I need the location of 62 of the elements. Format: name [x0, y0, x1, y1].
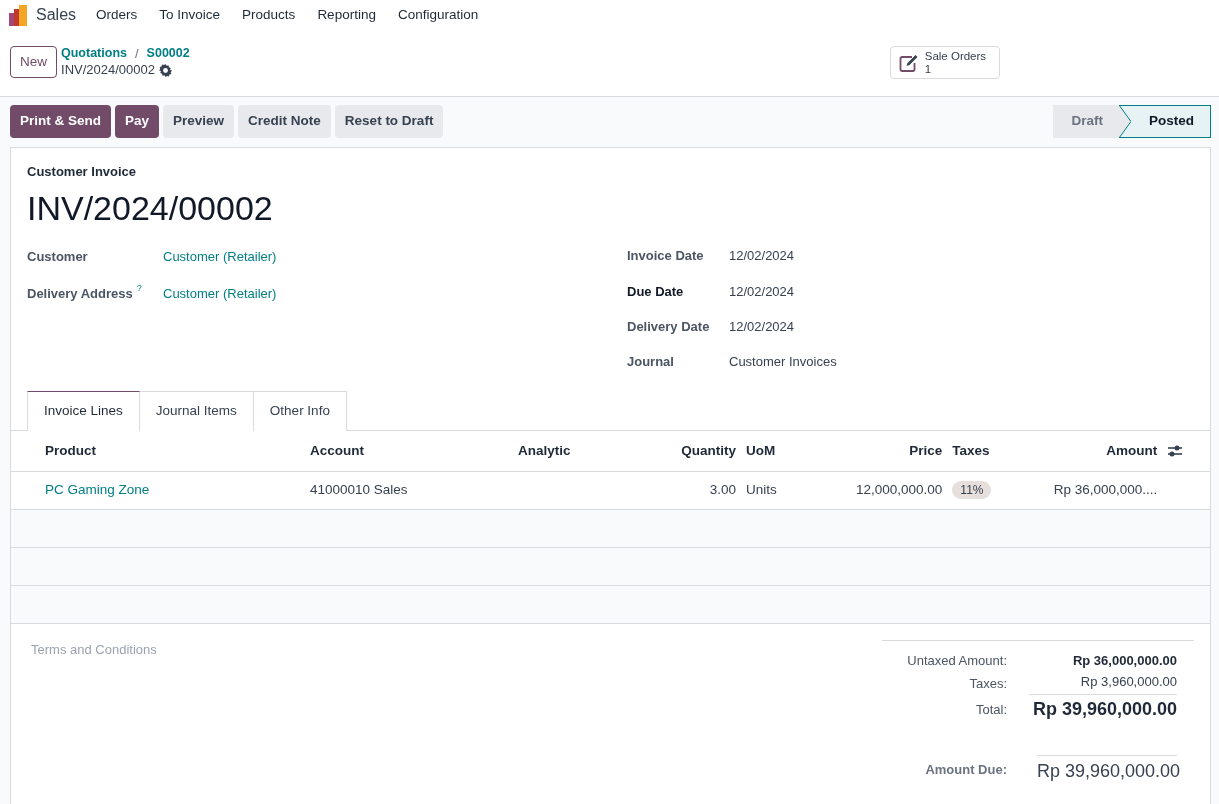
- document-type: Customer Invoice: [27, 163, 138, 181]
- menu-item[interactable]: Reporting: [317, 4, 376, 26]
- menu-item[interactable]: Products: [242, 4, 296, 26]
- notebook-tab[interactable]: Invoice Lines: [27, 391, 140, 432]
- menu-item[interactable]: Orders: [96, 4, 138, 26]
- breadcrumb-link[interactable]: S00002: [146, 46, 190, 63]
- table-cell: Rp 36,000,000....: [1053, 482, 1158, 498]
- notebook-tab[interactable]: Journal Items: [138, 391, 254, 432]
- table-cell: 41000010 Sales: [310, 482, 408, 498]
- gear-icon[interactable]: [159, 63, 172, 77]
- action-button[interactable]: Credit Note: [238, 105, 331, 138]
- column-header[interactable]: Quantity: [613, 431, 741, 472]
- total-label: Untaxed Amount:: [906, 651, 1007, 670]
- breadcrumb-separator: /: [135, 46, 139, 63]
- app-logo-icon[interactable]: [8, 4, 30, 26]
- record-name: INV/2024/00002: [61, 62, 155, 79]
- field-value: 12/02/2024: [729, 247, 795, 266]
- notebook-tab[interactable]: Other Info: [252, 391, 347, 432]
- action-button[interactable]: Preview: [163, 105, 235, 138]
- new-button[interactable]: New: [10, 46, 57, 78]
- menu-item[interactable]: To Invoice: [159, 4, 221, 26]
- app-name[interactable]: Sales: [36, 3, 77, 27]
- column-header[interactable]: Analytic: [513, 431, 613, 472]
- action-button[interactable]: Pay: [115, 105, 160, 138]
- column-header[interactable]: Account: [305, 431, 513, 472]
- total-value: Rp 3,960,000.00: [1029, 672, 1177, 695]
- customer-link[interactable]: Customer (Retailer): [163, 284, 277, 304]
- field-label: Delivery Date: [627, 318, 711, 337]
- column-header[interactable]: Taxes: [947, 431, 1038, 472]
- column-header[interactable]: Amount: [1037, 431, 1163, 472]
- customer-link[interactable]: Customer (Retailer): [163, 247, 277, 267]
- field-value: 12/02/2024: [729, 318, 795, 337]
- status-step[interactable]: Posted: [1131, 105, 1211, 138]
- menu-item[interactable]: Configuration: [397, 4, 479, 26]
- column-header[interactable]: Product: [40, 431, 305, 472]
- column-header[interactable]: UoM: [741, 431, 851, 472]
- sale-orders-button[interactable]: Sale Orders 1: [889, 46, 1000, 79]
- table-cell: Units: [746, 482, 777, 498]
- total-value: Rp 36,000,000.00: [1071, 651, 1177, 670]
- column-settings-icon[interactable]: [1167, 444, 1184, 459]
- table-cell: 3.00: [709, 482, 736, 498]
- field-label: Due Date: [627, 282, 685, 301]
- column-header[interactable]: Price: [851, 431, 948, 472]
- field-label: Delivery Address: [27, 285, 133, 304]
- product-link[interactable]: PC Gaming Zone: [45, 482, 150, 498]
- field-value: 12/02/2024: [729, 282, 795, 301]
- help-icon[interactable]: ?: [136, 284, 142, 304]
- breadcrumb-link[interactable]: Quotations: [61, 46, 127, 63]
- field-label: Customer: [27, 248, 88, 267]
- amount-due-label: Amount Due:: [924, 761, 1007, 780]
- field-label: Journal: [627, 353, 675, 372]
- invoice-number: INV/2024/00002: [27, 187, 274, 229]
- total-label: Taxes:: [968, 674, 1007, 693]
- tax-tag: 11%: [952, 481, 992, 500]
- edit-icon: [898, 53, 919, 72]
- total-label: Total:: [974, 701, 1007, 720]
- field-label: Invoice Date: [627, 247, 705, 266]
- action-button[interactable]: Print & Send: [10, 105, 111, 138]
- field-value: Customer Invoices: [729, 353, 837, 372]
- action-button[interactable]: Reset to Draft: [334, 105, 444, 138]
- total-value: Rp 39,960,000.00: [1031, 698, 1177, 722]
- table-cell: 12,000,000.00: [856, 482, 943, 498]
